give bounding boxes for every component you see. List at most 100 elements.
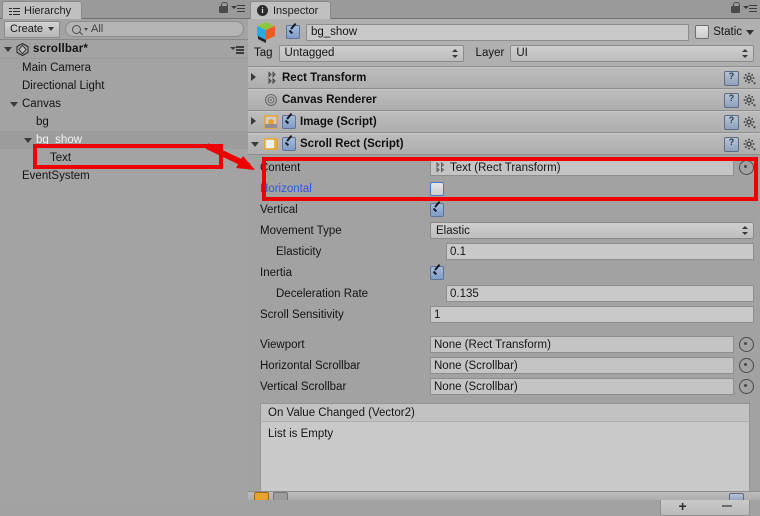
property-checkbox-vertical[interactable] — [430, 202, 444, 217]
scene-name-label: scrollbar* — [33, 43, 89, 55]
help-book-icon[interactable] — [729, 493, 744, 500]
hierarchy-item-bg-show[interactable]: bg_show — [0, 131, 248, 149]
hierarchy-tree: Main Camera Directional Light Canvas bg bg_s… — [0, 59, 248, 185]
layer-dropdown[interactable]: UI — [510, 44, 754, 62]
property-row-elasticity: Elasticity 0.1 — [248, 241, 760, 262]
search-input[interactable]: All — [65, 21, 244, 37]
scene-root-row[interactable]: scrollbar* — [0, 40, 248, 59]
create-button[interactable]: Create — [4, 20, 61, 38]
tag-dropdown[interactable]: Untagged — [278, 44, 464, 62]
component-title: Image (Script) — [300, 116, 377, 128]
chevron-down-icon[interactable] — [746, 29, 754, 35]
hierarchy-item-directional-light[interactable]: Directional Light — [0, 77, 248, 95]
gameobject-tag-layer-row: Tag Untagged Layer UI — [254, 44, 754, 62]
property-value-vertical-scrollbar: None (Scrollbar) — [434, 380, 518, 393]
property-field-vertical-scrollbar[interactable]: None (Scrollbar) — [430, 378, 734, 395]
unity-editor-window: Hierarchy Create All scrollbar* Main Cam… — [0, 0, 760, 516]
tab-hierarchy-label: Hierarchy — [24, 4, 72, 17]
gear-icon[interactable] — [743, 138, 756, 151]
object-picker-icon[interactable] — [739, 358, 754, 373]
property-value-viewport: None (Rect Transform) — [434, 338, 551, 351]
hierarchy-item-eventsystem[interactable]: EventSystem — [0, 167, 248, 185]
help-book-icon[interactable] — [724, 137, 739, 152]
property-field-deceleration-rate[interactable]: 0.135 — [446, 285, 754, 302]
static-checkbox[interactable] — [695, 25, 710, 39]
foldout-open-icon[interactable] — [251, 138, 260, 150]
gameobject-name-row: bg_show Static — [254, 20, 754, 44]
hamburger-menu-icon[interactable] — [231, 3, 245, 13]
property-field-elasticity[interactable]: 0.1 — [446, 243, 754, 260]
chevron-down-icon — [84, 27, 89, 31]
chevron-down-icon — [48, 27, 55, 31]
property-checkbox-inertia[interactable] — [430, 265, 444, 280]
component-header-tools — [724, 137, 756, 152]
object-picker-icon[interactable] — [739, 379, 754, 394]
component-enabled-checkbox[interactable] — [282, 115, 296, 129]
gameobject-cube-icon — [254, 20, 280, 44]
event-list-header-label: On Value Changed (Vector2) — [268, 406, 415, 419]
property-field-scroll-sensitivity[interactable]: 1 — [430, 306, 754, 323]
component-header-scroll-rect-script[interactable]: Scroll Rect (Script) — [248, 133, 760, 155]
foldout-closed-icon[interactable] — [251, 116, 260, 128]
search-input-value: All — [91, 23, 104, 35]
foldout-closed-icon[interactable] — [251, 72, 260, 84]
next-component-header-partial[interactable] — [248, 491, 760, 500]
property-row-vertical-scrollbar: Vertical Scrollbar None (Scrollbar) — [248, 376, 760, 397]
gameobject-enabled-checkbox[interactable] — [286, 25, 300, 39]
help-book-icon[interactable] — [724, 93, 739, 108]
component-header-tools — [724, 115, 756, 130]
remove-event-button[interactable] — [721, 505, 732, 507]
object-picker-icon[interactable] — [739, 160, 754, 175]
lock-icon[interactable] — [731, 2, 740, 13]
inspector-tabbar: i Inspector — [248, 0, 760, 19]
hierarchy-item-main-camera[interactable]: Main Camera — [0, 59, 248, 77]
hamburger-menu-icon[interactable] — [743, 3, 757, 13]
component-header-tools — [724, 93, 756, 108]
property-checkbox-horizontal[interactable] — [430, 181, 444, 196]
layer-label: Layer — [475, 47, 505, 59]
property-field-horizontal-scrollbar[interactable]: None (Scrollbar) — [430, 357, 734, 374]
property-field-viewport[interactable]: None (Rect Transform) — [430, 336, 734, 353]
foldout-open-icon[interactable] — [4, 46, 12, 52]
property-value-elasticity: 0.1 — [450, 245, 466, 258]
gameobject-name-input[interactable]: bg_show — [306, 23, 690, 41]
component-enabled-checkbox[interactable] — [282, 137, 296, 151]
hierarchy-item-bg[interactable]: bg — [0, 113, 248, 131]
property-dropdown-movement-type[interactable]: Elastic — [430, 222, 754, 239]
property-field-content[interactable]: Text (Rect Transform) — [430, 159, 734, 176]
property-value-deceleration-rate: 0.135 — [450, 287, 479, 300]
tab-inspector[interactable]: i Inspector — [250, 1, 332, 19]
property-row-vertical: Vertical — [248, 199, 760, 220]
foldout-open-icon[interactable] — [10, 98, 19, 110]
rect-transform-icon — [434, 161, 447, 173]
hierarchy-tab-tools — [219, 2, 245, 13]
property-label-content: Content — [260, 161, 301, 174]
foldout-open-icon[interactable] — [24, 134, 33, 146]
static-toggle[interactable]: Static — [695, 25, 754, 39]
hierarchy-toolbar: Create All — [0, 19, 248, 40]
updown-arrows-icon — [741, 48, 750, 59]
gear-icon[interactable] — [743, 94, 756, 107]
lock-icon[interactable] — [219, 2, 228, 13]
property-label-viewport: Viewport — [260, 338, 305, 351]
hierarchy-item-canvas[interactable]: Canvas — [0, 95, 248, 113]
hierarchy-item-text[interactable]: Text — [0, 149, 248, 167]
help-book-icon[interactable] — [724, 71, 739, 86]
component-header-rect-transform[interactable]: Rect Transform — [248, 67, 760, 89]
scene-menu-icon[interactable] — [230, 44, 244, 54]
event-list-body[interactable]: List is Empty — [260, 421, 750, 497]
add-event-button[interactable]: + — [678, 499, 686, 513]
object-picker-icon[interactable] — [739, 337, 754, 352]
hierarchy-tabbar: Hierarchy — [0, 0, 248, 19]
create-button-label: Create — [10, 23, 44, 35]
gear-icon[interactable] — [743, 116, 756, 129]
component-header-canvas-renderer[interactable]: Canvas Renderer — [248, 89, 760, 111]
hierarchy-item-label: Main Camera — [22, 62, 92, 74]
hierarchy-item-label: Directional Light — [22, 80, 105, 92]
component-header-image-script[interactable]: Image (Script) — [248, 111, 760, 133]
property-value-scroll-sensitivity: 1 — [434, 308, 441, 321]
tab-hierarchy[interactable]: Hierarchy — [2, 1, 83, 19]
help-book-icon[interactable] — [724, 115, 739, 130]
scroll-rect-icon — [264, 137, 278, 151]
gear-icon[interactable] — [743, 72, 756, 85]
